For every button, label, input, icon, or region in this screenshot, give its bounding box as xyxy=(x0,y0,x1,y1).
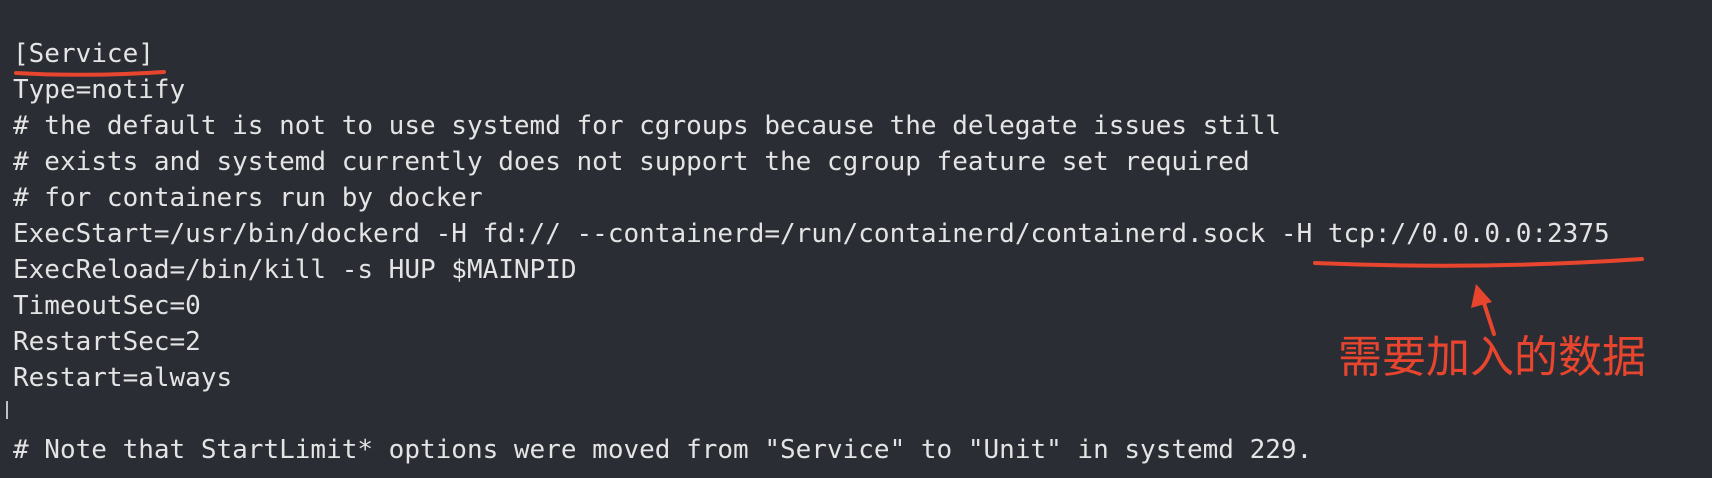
line-comment-1: # the default is not to use systemd for … xyxy=(13,111,1281,141)
line-comment-3: # for containers run by docker xyxy=(13,183,483,213)
line-comment-2: # exists and systemd currently does not … xyxy=(13,147,1250,177)
line-execreload: ExecReload=/bin/kill -s HUP $MAINPID xyxy=(13,255,577,285)
file-content: [Service] Type=notify # the default is n… xyxy=(13,36,1610,468)
line-note: # Note that StartLimit* options were mov… xyxy=(13,435,1313,465)
line-service-section: [Service] xyxy=(13,39,154,69)
line-type: Type=notify xyxy=(13,75,186,105)
terminal-window[interactable]: [Service] Type=notify # the default is n… xyxy=(0,0,1712,478)
line-timeoutsec: TimeoutSec=0 xyxy=(13,291,201,321)
annotation-label: 需要加入的数据 xyxy=(1338,332,1646,383)
line-execstart: ExecStart=/usr/bin/dockerd -H fd:// --co… xyxy=(13,219,1610,249)
line-blank xyxy=(13,396,1610,432)
text-cursor xyxy=(6,401,8,419)
